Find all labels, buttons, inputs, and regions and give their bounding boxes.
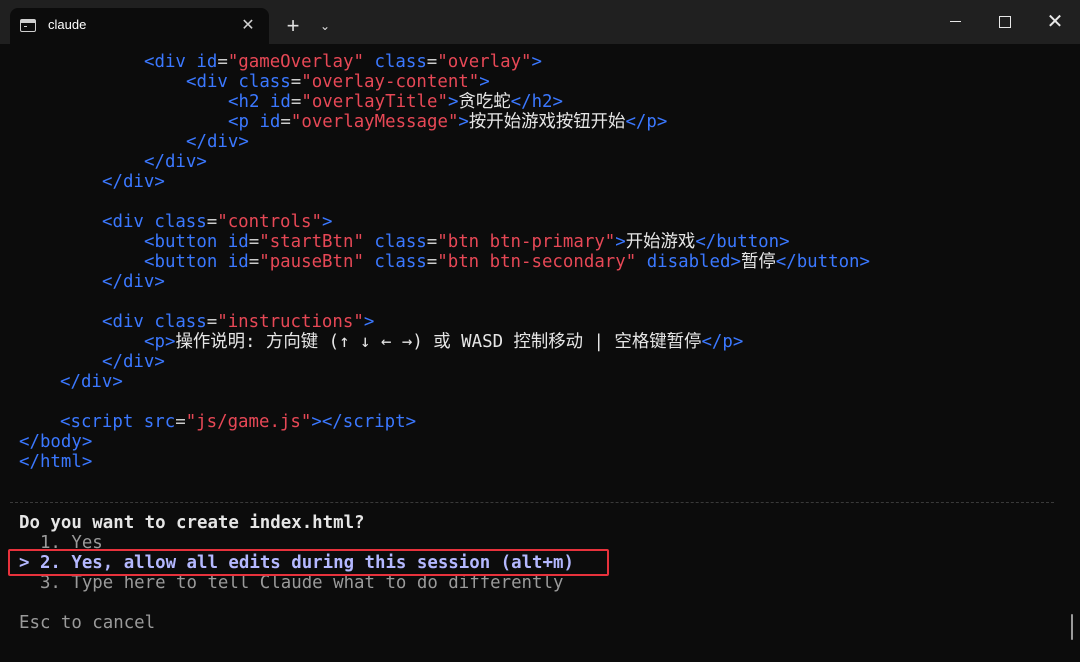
code-line: <p id="overlayMessage">按开始游戏按钮开始</p> (228, 112, 668, 132)
code-line: <div class="controls"> (102, 212, 333, 232)
minimize-button[interactable] (932, 8, 978, 36)
code-line: </div> (102, 172, 165, 192)
terminal-output[interactable]: <div id="gameOverlay" class="overlay"> <… (0, 44, 1080, 662)
code-line: <div class="instructions"> (102, 312, 375, 332)
tab-close-icon[interactable]: ✕ (236, 14, 260, 38)
code-line: </div> (60, 372, 123, 392)
code-line: </body> (19, 432, 93, 452)
terminal-icon (20, 19, 36, 32)
code-line: <div id="gameOverlay" class="overlay"> (144, 52, 542, 72)
highlight-box (8, 549, 609, 576)
code-line: <button id="pauseBtn" class="btn btn-sec… (144, 252, 870, 272)
code-line: <button id="startBtn" class="btn btn-pri… (144, 232, 790, 252)
option-tell-claude[interactable]: 3. Type here to tell Claude what to do d… (19, 573, 564, 593)
code-line: <script src="js/game.js"></script> (60, 412, 417, 432)
cancel-hint: Esc to cancel (19, 613, 156, 633)
code-line: <div class="overlay-content"> (186, 72, 490, 92)
prompt-question: Do you want to create index.html? (19, 513, 365, 533)
divider (10, 502, 1054, 503)
close-button[interactable]: ✕ (1032, 8, 1078, 36)
code-line: <p>操作说明: 方向键 (↑ ↓ ← →) 或 WASD 控制移动 | 空格键… (144, 332, 744, 352)
terminal-window: claude ✕ + ⌄ ✕ <div id="gameOverlay" cla… (0, 0, 1080, 662)
code-line: </html> (19, 452, 93, 472)
maximize-button[interactable] (982, 8, 1028, 36)
tab-claude[interactable]: claude ✕ (10, 8, 269, 44)
code-line: </div> (144, 152, 207, 172)
title-bar: claude ✕ + ⌄ ✕ (0, 0, 1080, 44)
chevron-down-icon[interactable]: ⌄ (313, 14, 337, 38)
minimize-icon (949, 21, 961, 23)
code-line: </div> (102, 352, 165, 372)
code-line: </div> (186, 132, 249, 152)
new-tab-button[interactable]: + (281, 14, 305, 38)
code-line: <h2 id="overlayTitle">贪吃蛇</h2> (228, 92, 564, 112)
maximize-icon (999, 15, 1011, 28)
scrollbar[interactable] (1071, 614, 1073, 640)
tab-title: claude (48, 17, 87, 32)
code-line: </div> (102, 272, 165, 292)
